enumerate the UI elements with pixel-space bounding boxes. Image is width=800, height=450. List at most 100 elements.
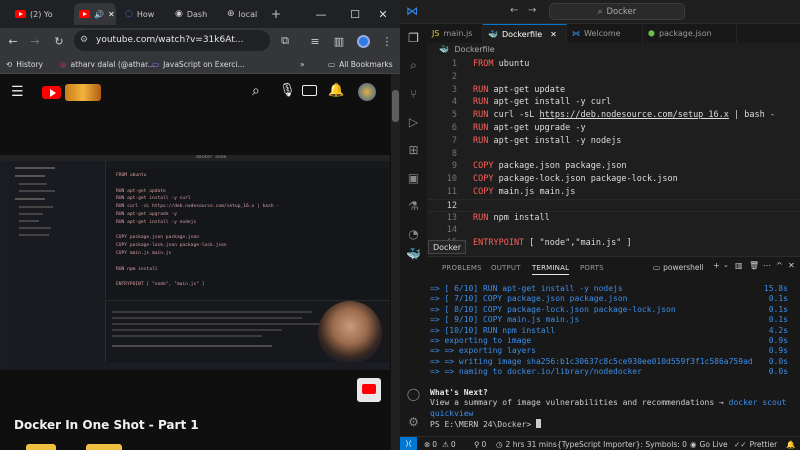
- more-actions-icon[interactable]: ⋯: [763, 261, 771, 270]
- chevron-down-icon[interactable]: ⌄: [723, 261, 729, 269]
- code-line[interactable]: 8: [427, 148, 800, 161]
- tab-terminal[interactable]: TERMINAL: [532, 264, 570, 275]
- code-line[interactable]: 1 FROM ubuntu: [427, 58, 800, 71]
- media-icon[interactable]: ≡: [306, 32, 324, 50]
- bookmark-javascript[interactable]: ▭ JavaScript on Exerci...: [152, 57, 245, 71]
- docker-icon[interactable]: 🐳: [404, 244, 423, 263]
- source-control-icon[interactable]: ⑂: [404, 84, 423, 103]
- command-center-search[interactable]: ⌕ Docker: [549, 3, 685, 20]
- problems-indicator[interactable]: ⊗ 0 ⚠ 0: [424, 438, 456, 450]
- prettier-indicator[interactable]: ✓✓ Prettier: [734, 438, 777, 450]
- keyword: ENTRYPOINT: [473, 238, 525, 249]
- trash-icon[interactable]: 🗑: [749, 261, 759, 270]
- minimize-button[interactable]: —: [304, 0, 338, 28]
- tab-dockerfile[interactable]: 🐳 Dockerfile ✕: [483, 24, 567, 43]
- channel-watermark[interactable]: [357, 378, 381, 402]
- forward-icon[interactable]: →: [26, 32, 44, 50]
- video-player[interactable]: docker node FROM ubuntu RUN apt-get updat…: [0, 155, 390, 370]
- tab-package-json[interactable]: ⬢ package.json: [643, 24, 737, 43]
- typescript-importer[interactable]: {TypeScript Importer}: Symbols: 0: [557, 438, 687, 450]
- speaker-icon[interactable]: 🔊: [94, 10, 104, 19]
- tab-youtube-active[interactable]: 🔊 ✕: [74, 3, 116, 25]
- terminal-output[interactable]: => [ 6/10] RUN apt-get install -y nodejs…: [430, 284, 798, 436]
- account-avatar[interactable]: [358, 83, 376, 101]
- tab-how[interactable]: ◌ How: [120, 3, 166, 25]
- run-debug-icon[interactable]: ▷: [404, 112, 423, 131]
- tab-main-js[interactable]: JS main.js: [427, 24, 483, 43]
- terminal-line: What's Next?: [430, 388, 798, 398]
- scrollbar-thumb[interactable]: [392, 90, 399, 122]
- extension-icon[interactable]: ⧉: [276, 32, 294, 50]
- terminal-selector[interactable]: ▭ powershell: [653, 261, 704, 273]
- extensions-icon[interactable]: ⊞: [404, 140, 423, 159]
- terminal-text: => [10/10] RUN npm install: [430, 325, 556, 335]
- bookmarks-more-icon[interactable]: »: [300, 57, 305, 71]
- code-editor[interactable]: 1 FROM ubuntu 2 3 RUN apt-get update 4 RUN apt…: [427, 57, 800, 253]
- code-line[interactable]: 11 COPY main.js main.js: [427, 186, 800, 199]
- reload-icon[interactable]: ↻: [50, 32, 68, 50]
- code-line[interactable]: 10 COPY package-lock.json package-lock.js…: [427, 173, 800, 186]
- code-line[interactable]: 4 RUN apt-get install -y curl: [427, 96, 800, 109]
- doodle-logo-icon[interactable]: [65, 84, 101, 101]
- remote-indicator-icon[interactable]: ⟩⟨: [400, 437, 417, 450]
- back-icon[interactable]: ←: [510, 5, 518, 16]
- code-line[interactable]: 5 RUN curl -sL https://deb.nodesource.com…: [427, 109, 800, 122]
- close-panel-icon[interactable]: ✕: [788, 261, 795, 270]
- create-icon[interactable]: [302, 85, 317, 96]
- accounts-icon[interactable]: ◯: [404, 384, 423, 403]
- manage-gear-icon[interactable]: ⚙: [404, 412, 423, 431]
- code-line[interactable]: 3 RUN apt-get update: [427, 84, 800, 97]
- remote-explorer-icon[interactable]: ▣: [404, 168, 423, 187]
- code-line[interactable]: 2: [427, 71, 800, 84]
- sidepanel-icon[interactable]: ▥: [330, 32, 348, 50]
- profile-icon[interactable]: [354, 32, 372, 50]
- forward-icon[interactable]: →: [528, 5, 536, 16]
- bookmark-history[interactable]: ⟲ History: [6, 57, 43, 71]
- ports-indicator[interactable]: ⚲ 0: [474, 438, 486, 450]
- close-icon[interactable]: ✕: [550, 30, 557, 39]
- menu-icon[interactable]: ⋮: [378, 32, 396, 50]
- close-window-button[interactable]: ✕: [366, 0, 400, 28]
- explorer-icon[interactable]: ❐: [404, 28, 423, 47]
- site-info-icon[interactable]: ⚙: [80, 35, 88, 45]
- code-link[interactable]: https://deb.nodesource.com/setup_16.x: [540, 110, 729, 120]
- maximize-panel-icon[interactable]: ^: [776, 261, 783, 270]
- breadcrumb[interactable]: 🐳 Dockerfile: [427, 43, 800, 57]
- code-line[interactable]: 9 COPY package.json package.json: [427, 160, 800, 173]
- loading-icon: ◌: [125, 9, 133, 19]
- tab-output[interactable]: OUTPUT: [491, 264, 521, 272]
- notifications-bell-icon[interactable]: 🔔: [786, 438, 795, 450]
- time-tracker[interactable]: ◷ 2 hrs 31 mins: [496, 438, 557, 450]
- testing-icon[interactable]: ⚗: [404, 196, 423, 215]
- tab-problems[interactable]: PROBLEMS: [442, 264, 482, 272]
- page-scrollbar[interactable]: [391, 74, 400, 450]
- code-line[interactable]: 12: [427, 198, 800, 212]
- search-icon[interactable]: ⌕: [404, 56, 423, 75]
- code-line[interactable]: 15ENTRYPOINT [ "node","main.js" ]: [427, 237, 800, 250]
- action-chip[interactable]: [26, 444, 56, 450]
- hamburger-menu-icon[interactable]: ☰: [11, 84, 24, 100]
- new-terminal-icon[interactable]: +: [713, 261, 720, 270]
- go-live-button[interactable]: ◉ Go Live: [690, 438, 728, 450]
- new-tab-button[interactable]: +: [266, 3, 282, 25]
- code-line[interactable]: 7 RUN apt-get install -y nodejs: [427, 135, 800, 148]
- tab-youtube-1[interactable]: (2) Yo: [10, 3, 70, 25]
- back-icon[interactable]: ←: [4, 32, 22, 50]
- close-icon[interactable]: ✕: [108, 10, 115, 19]
- tab-local[interactable]: ⊕ local: [222, 3, 266, 25]
- code-line[interactable]: 6 RUN apt-get upgrade -y: [427, 122, 800, 135]
- lens-icon[interactable]: ◔: [404, 224, 423, 243]
- action-chip[interactable]: [86, 444, 122, 450]
- notifications-icon[interactable]: 🔔: [328, 83, 344, 98]
- split-terminal-icon[interactable]: ▥: [735, 261, 743, 270]
- tab-dash[interactable]: ◉ Dash: [170, 3, 218, 25]
- all-bookmarks-button[interactable]: ▭ All Bookmarks: [328, 57, 393, 71]
- code-line[interactable]: 13 RUN npm install: [427, 212, 800, 225]
- search-icon[interactable]: ⌕: [252, 83, 260, 99]
- tab-welcome[interactable]: ⋈ Welcome: [567, 24, 643, 43]
- bookmark-atharv[interactable]: ◎ atharv dalal (@athar...: [60, 57, 155, 71]
- address-bar[interactable]: youtube.com/watch?v=31k6At...: [74, 30, 270, 51]
- code-line[interactable]: 14: [427, 224, 800, 237]
- microphone-icon[interactable]: 🎙: [279, 83, 296, 98]
- tab-ports[interactable]: PORTS: [580, 264, 604, 272]
